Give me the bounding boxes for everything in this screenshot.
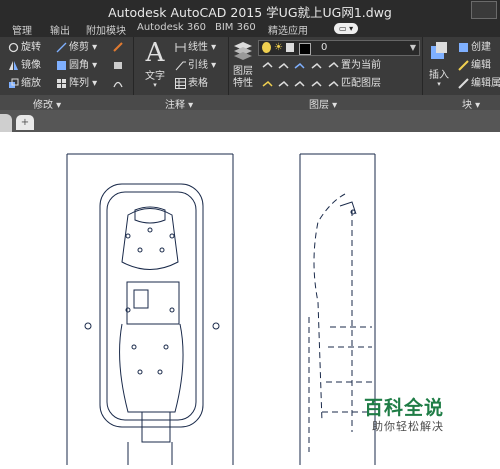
chevron-down-icon: ▼: [409, 43, 416, 52]
color-swatch: [299, 43, 311, 55]
tab-autodesk-360[interactable]: Autodesk 360: [137, 22, 206, 33]
array-icon: [56, 78, 67, 89]
text-icon: A: [145, 38, 165, 68]
create-block-button[interactable]: 创建: [458, 41, 491, 55]
layer-unisolate-icon[interactable]: [278, 78, 289, 89]
edit-attributes-button[interactable]: 编辑属: [458, 77, 500, 91]
match-layer-button[interactable]: 匹配图层: [328, 77, 381, 91]
tab-manage[interactable]: 管理: [12, 22, 32, 37]
trim-button[interactable]: 修剪 ▾: [56, 41, 97, 55]
text-button[interactable]: A 文字 ▾: [140, 39, 170, 89]
explode-icon[interactable]: [112, 59, 124, 73]
layer-unlock-icon[interactable]: [311, 78, 322, 89]
match-layer-icon: [328, 78, 339, 89]
block-panel-label[interactable]: 块 ▾: [462, 96, 480, 111]
window-title: Autodesk AutoCAD 2015 学UG就上UG网1.dwg: [108, 5, 392, 20]
tab-addins[interactable]: 附加模块: [86, 22, 126, 37]
layer-freeze-icon[interactable]: [294, 60, 305, 71]
layer-tools-row-1: [262, 59, 324, 73]
layer-properties-button[interactable]: 图层 特性: [230, 40, 256, 90]
trim-icon: [56, 42, 67, 53]
layer-tools-row-2: [262, 77, 324, 91]
rotate-icon: [8, 42, 19, 53]
tab-bim-360[interactable]: BIM 360: [215, 22, 256, 33]
edit-block-icon: [458, 59, 469, 71]
scale-button[interactable]: 缩放: [8, 77, 41, 91]
mirror-icon: [8, 60, 19, 71]
layer-lock-icon[interactable]: [311, 60, 322, 71]
create-block-icon: [458, 42, 469, 53]
insert-block-icon: [426, 40, 452, 66]
insert-block-button[interactable]: 插入 ▾: [426, 40, 452, 88]
layers-panel-label[interactable]: 图层 ▾: [309, 96, 337, 111]
set-current-icon: [328, 60, 339, 71]
tab-more-dropdown[interactable]: ▭ ▾: [334, 23, 359, 34]
watermark-subtitle: 助你轻松解决: [372, 420, 444, 433]
leader-button[interactable]: 引线 ▾: [175, 59, 216, 73]
mirror-button[interactable]: 镜像: [8, 59, 41, 73]
offset-icon[interactable]: [112, 77, 124, 91]
tab-featured-apps[interactable]: 精选应用: [268, 22, 308, 37]
fillet-button[interactable]: 圆角 ▾: [56, 59, 97, 73]
document-tab[interactable]: [0, 114, 12, 132]
edit-block-button[interactable]: 编辑: [458, 59, 491, 73]
lock-icon: [286, 43, 294, 52]
fillet-icon: [56, 60, 67, 71]
modify-panel-label[interactable]: 修改 ▾: [33, 96, 61, 111]
annotation-panel-label[interactable]: 注释 ▾: [165, 96, 193, 111]
document-tab-bar: +: [0, 110, 500, 132]
erase-icon[interactable]: [112, 41, 124, 55]
set-current-button[interactable]: 置为当前: [328, 59, 381, 73]
layer-on-icon[interactable]: [262, 78, 273, 89]
table-icon: [175, 77, 186, 89]
search-box[interactable]: [471, 1, 497, 19]
panel-title-bar: 修改 ▾ 注释 ▾ 图层 ▾ 块 ▾: [0, 95, 500, 111]
ribbon-tab-bar: 管理 输出 附加模块 Autodesk 360 BIM 360 精选应用 ▭ ▾: [0, 20, 500, 37]
lightbulb-icon: [262, 42, 271, 53]
watermark-title: 百科全说: [364, 397, 445, 419]
linear-dim-icon: [175, 42, 186, 53]
array-button[interactable]: 阵列 ▾: [56, 77, 97, 91]
layer-properties-icon: [230, 40, 256, 66]
tab-output[interactable]: 输出: [50, 22, 70, 37]
sun-icon: ☀: [274, 42, 283, 53]
scale-icon: [8, 78, 19, 89]
layer-isolate-icon[interactable]: [278, 60, 289, 71]
title-bar: Autodesk AutoCAD 2015 学UG就上UG网1.dwg: [0, 0, 500, 20]
new-tab-button[interactable]: +: [16, 115, 34, 130]
layer-thaw-icon[interactable]: [294, 78, 305, 89]
linear-dim-button[interactable]: 线性 ▾: [175, 41, 216, 55]
table-button[interactable]: 表格: [175, 77, 208, 91]
layer-dropdown[interactable]: ☀ 0 ▼: [258, 40, 420, 56]
rotate-button[interactable]: 旋转: [8, 41, 41, 55]
leader-icon: [175, 60, 186, 71]
layer-off-icon[interactable]: [262, 60, 273, 71]
edit-attributes-icon: [458, 77, 469, 89]
